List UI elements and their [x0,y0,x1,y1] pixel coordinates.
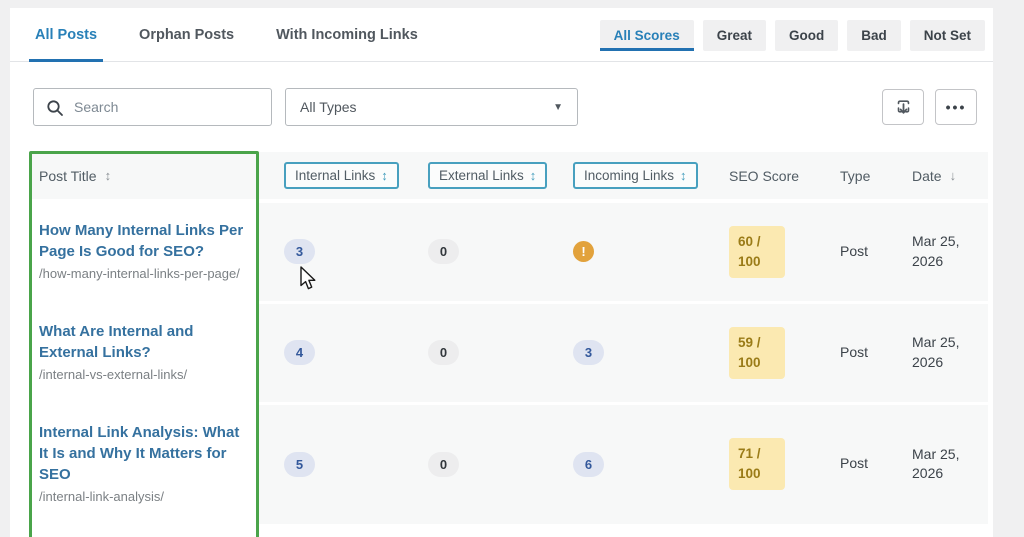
column-header-external-links[interactable]: External Links ↕ [428,162,548,189]
column-header-internal-links[interactable]: Internal Links ↕ [284,162,399,189]
post-title-link[interactable]: What Are Internal and External Links? [39,321,244,363]
type-filter-dropdown[interactable]: All Types ▼ [285,88,578,126]
internal-links-count[interactable]: 4 [284,340,315,366]
tab-with-incoming-links[interactable]: With Incoming Links [276,8,418,61]
search-input[interactable] [34,89,271,125]
sort-icon: ↕ [104,168,112,183]
filter-all-scores[interactable]: All Scores [599,19,694,51]
table-row: How Many Internal Links Per Page Is Good… [30,203,988,301]
more-options-button[interactable]: ••• [935,89,977,125]
filter-toolbar: All Types ▼ ••• [10,62,993,152]
search-box [33,88,272,126]
warning-icon[interactable]: ! [573,241,594,263]
post-slug: /internal-link-analysis/ [39,488,164,504]
sort-desc-icon: ↓ [949,168,957,183]
tabs-bar: All Posts Orphan Posts With Incoming Lin… [10,8,993,62]
column-header-date[interactable]: Date ↓ [912,168,988,184]
table-header-row: Post Title ↕ Internal Links ↕ External L… [30,152,988,199]
toolbar-actions: ••• [882,89,977,125]
internal-links-count[interactable]: 3 [284,239,315,265]
incoming-links-count[interactable]: 3 [573,340,604,366]
post-date: Mar 25, 2026 [912,233,960,269]
post-slug: /how-many-internal-links-per-page/ [39,266,240,281]
filter-not-set[interactable]: Not Set [909,19,985,51]
filter-great[interactable]: Great [702,19,766,51]
post-date: Mar 25, 2026 [912,334,960,370]
post-type: Post [840,243,869,260]
post-type: Post [840,455,869,472]
filter-bad[interactable]: Bad [847,19,901,51]
column-header-seo-score: SEO Score [729,167,800,184]
filter-good[interactable]: Good [774,19,839,51]
internal-links-count[interactable]: 5 [284,451,315,477]
post-title-link[interactable]: How Many Internal Links Per Page Is Good… [39,220,244,262]
tab-all-posts[interactable]: All Posts [28,8,104,62]
posts-report-panel: All Posts Orphan Posts With Incoming Lin… [10,8,993,537]
post-view-tabs: All Posts Orphan Posts With Incoming Lin… [10,8,418,62]
posts-table: Post Title ↕ Internal Links ↕ External L… [30,152,988,524]
sort-icon: ↕ [381,168,388,183]
seo-score-badge: 59 / 100 [729,326,785,380]
post-title-link[interactable]: Internal Link Analysis: What It Is and W… [39,422,244,485]
seo-score-badge: 71 / 100 [729,437,785,491]
post-type: Post [840,343,869,360]
table-row: What Are Internal and External Links? /i… [30,303,988,402]
sort-icon: ↕ [529,168,537,183]
type-filter-value: All Types [300,99,357,115]
dropdown-arrow-icon: ▼ [553,101,563,113]
column-header-type: Type [840,167,871,184]
post-date: Mar 25, 2026 [912,445,960,482]
external-links-count[interactable]: 0 [428,239,459,265]
incoming-links-count[interactable]: 6 [573,451,604,477]
external-links-count[interactable]: 0 [428,451,459,477]
column-header-post-title[interactable]: Post Title ↕ [39,168,244,184]
ellipsis-icon: ••• [945,99,967,115]
export-icon [897,99,909,114]
external-links-count[interactable]: 0 [428,340,459,366]
sort-icon: ↕ [680,168,687,183]
column-header-incoming-links[interactable]: Incoming Links ↕ [573,162,698,189]
export-button[interactable] [882,89,924,125]
table-body: How Many Internal Links Per Page Is Good… [30,203,988,524]
search-icon [47,100,63,116]
tab-orphan-posts[interactable]: Orphan Posts [139,8,234,61]
score-filter-group: All Scores Great Good Bad Not Set [599,8,985,62]
seo-score-badge: 60 / 100 [729,225,785,279]
post-slug: /internal-vs-external-links/ [39,366,188,382]
table-row: Internal Link Analysis: What It Is and W… [30,404,988,524]
